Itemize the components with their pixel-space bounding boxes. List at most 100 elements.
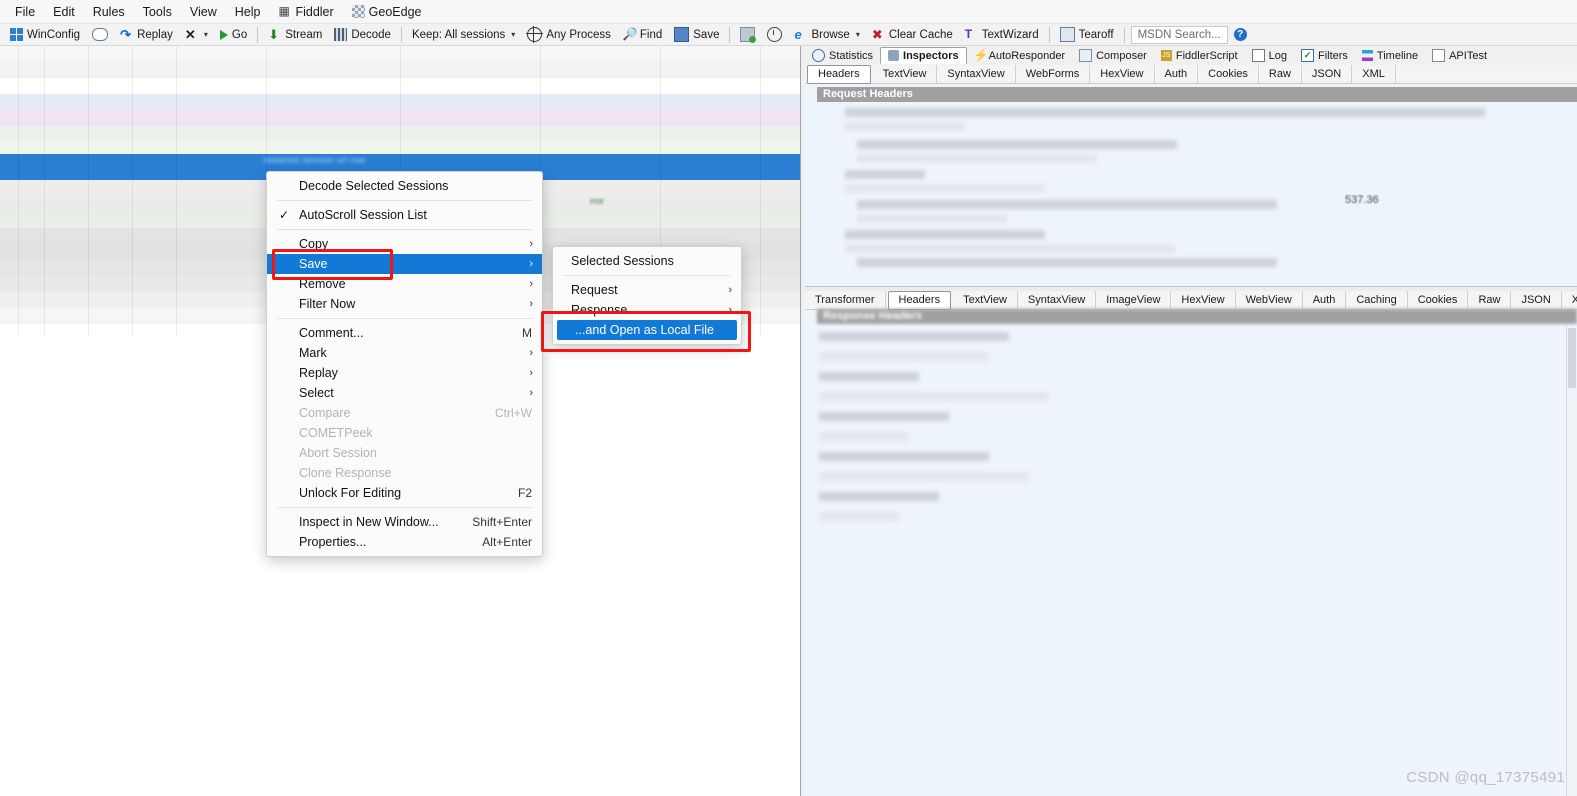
save-toolbar-button[interactable]: Save [668,24,725,46]
remove-button[interactable]: ✕ ▾ [179,24,214,46]
stream-button[interactable]: ⬇ Stream [262,24,328,46]
response-tab-webview[interactable]: WebView [1236,291,1303,309]
context-menu-item-label: Properties... [299,535,367,549]
browse-button[interactable]: e Browse ▾ [788,24,865,46]
response-tab-hexview[interactable]: HexView [1171,291,1236,309]
menu-item-file[interactable]: File [6,2,44,22]
menu-item-edit[interactable]: Edit [44,2,84,22]
keep-sessions-dropdown[interactable]: Keep: All sessions ▾ [406,24,521,46]
tab-apitest[interactable]: APITest [1425,47,1494,64]
context-menu-item-mark[interactable]: Mark › [267,343,542,363]
context-menu-item-label: Compare [299,406,351,420]
save-submenu-item-request[interactable]: Request › [553,280,741,300]
request-tab-json[interactable]: JSON [1302,65,1353,83]
request-tab-cookies[interactable]: Cookies [1198,65,1259,83]
response-tab-cookies[interactable]: Cookies [1408,291,1469,309]
menu-item-geoedge[interactable]: GeoEdge [343,2,431,22]
context-menu-item-inspect-in-new-window[interactable]: Inspect in New Window... Shift+Enter [267,512,542,532]
tab-composer[interactable]: Composer [1072,47,1154,64]
menu-item-fiddler[interactable]: ▦ Fiddler [269,2,342,22]
context-menu-item-label: Save [299,257,328,271]
save-submenu[interactable]: Selected Sessions Request › Response › .… [552,246,742,345]
context-menu-item-select[interactable]: Select › [267,383,542,403]
decode-icon [334,28,348,41]
response-tab-xml[interactable]: XML [1562,291,1577,309]
context-menu-item-replay[interactable]: Replay › [267,363,542,383]
composer-icon [1079,49,1093,62]
save-submenu-item-selected-sessions[interactable]: Selected Sessions [553,251,741,271]
response-tab-raw[interactable]: Raw [1468,291,1512,309]
comment-button[interactable] [86,24,114,46]
context-menu-item-autoscroll-session-list[interactable]: AutoScroll Session List [267,205,542,225]
msdn-search-input[interactable]: MSDN Search... [1130,25,1228,44]
context-menu-item-save[interactable]: Save › [267,254,542,274]
find-button[interactable]: 🔎 Find [617,24,668,46]
request-tab-textview[interactable]: TextView [873,65,938,83]
clear-cache-button[interactable]: ✖ Clear Cache [866,24,959,46]
go-button[interactable]: Go [214,24,253,46]
winconfig-button[interactable]: WinConfig [4,24,86,46]
request-tab-raw[interactable]: Raw [1259,65,1302,83]
response-headers-content[interactable] [805,326,1577,796]
tab-autoresponder[interactable]: ⚡ AutoResponder [967,47,1072,64]
context-menu-item-unlock-for-editing[interactable]: Unlock For Editing F2 [267,483,542,503]
toolbar: WinConfig ↷ Replay ✕ ▾ Go ⬇ Stream Decod… [0,24,1577,46]
menu-item-help[interactable]: Help [226,2,270,22]
request-tab-hexview[interactable]: HexView [1090,65,1155,83]
session-context-menu[interactable]: Decode Selected Sessions AutoScroll Sess… [266,171,543,557]
screenshot-button[interactable] [734,24,761,46]
replay-button[interactable]: ↷ Replay [114,24,179,46]
response-tab-imageview[interactable]: ImageView [1096,291,1172,309]
response-tab-caching[interactable]: Caching [1346,291,1408,309]
windows-icon [10,28,23,41]
request-tab-auth[interactable]: Auth [1155,65,1199,83]
timer-button[interactable] [761,24,788,46]
any-process-button[interactable]: Any Process [521,24,617,46]
request-tab-xml[interactable]: XML [1352,65,1396,83]
tab-log[interactable]: Log [1245,47,1294,64]
help-button[interactable]: ? [1228,24,1253,46]
menu-item-view[interactable]: View [181,2,226,22]
menu-item-tools[interactable]: Tools [134,2,181,22]
fiddlerscript-icon: JS [1160,50,1172,61]
toolbar-separator [1048,26,1050,43]
timeline-icon [1361,50,1373,61]
menu-item-geoedge-label: GeoEdge [368,4,422,19]
tab-statistics[interactable]: Statistics [805,47,880,64]
winconfig-label: WinConfig [27,28,81,41]
context-menu-item-comment[interactable]: Comment... M [267,323,542,343]
context-menu-item-properties[interactable]: Properties... Alt+Enter [267,532,542,552]
tab-fiddlerscript[interactable]: JS FiddlerScript [1154,47,1245,64]
context-menu-item-filter-now[interactable]: Filter Now › [267,294,542,314]
request-tab-webforms[interactable]: WebForms [1016,65,1091,83]
play-icon [219,29,228,40]
context-menu-item-decode-selected-sessions[interactable]: Decode Selected Sessions [267,176,542,196]
browse-label: Browse [811,28,850,41]
request-headers-content[interactable]: 537.36 [817,104,1577,282]
textwizard-button[interactable]: T TextWizard [959,24,1045,46]
chevron-right-icon: › [529,238,533,250]
response-tab-textview[interactable]: TextView [953,291,1018,309]
response-scrollbar[interactable] [1566,326,1577,796]
context-menu-item-remove[interactable]: Remove › [267,274,542,294]
tab-inspectors[interactable]: Inspectors [880,47,967,64]
response-tab-auth[interactable]: Auth [1303,291,1347,309]
response-tab-headers[interactable]: Headers [887,290,952,310]
decode-button[interactable]: Decode [328,24,397,46]
response-tab-transformer[interactable]: Transformer [805,291,886,309]
scrollbar-thumb[interactable] [1568,328,1576,388]
save-submenu-item-response[interactable]: Response › [553,300,741,320]
menu-item-view-label: View [189,4,217,19]
tab-timeline[interactable]: Timeline [1355,47,1425,64]
menu-item-rules[interactable]: Rules [84,2,134,22]
context-menu-item-accel: Ctrl+W [495,406,532,420]
tab-filters[interactable]: ✓ Filters [1294,47,1355,64]
save-submenu-item-and-open-as-local-file[interactable]: ...and Open as Local File [557,320,737,340]
context-menu-item-copy[interactable]: Copy › [267,234,542,254]
request-tab-syntaxview[interactable]: SyntaxView [937,65,1016,83]
tearoff-button[interactable]: Tearoff [1054,24,1120,46]
response-tab-json[interactable]: JSON [1511,291,1562,309]
request-tab-headers[interactable]: Headers [807,64,871,84]
clear-cache-label: Clear Cache [888,28,953,41]
response-tab-syntaxview[interactable]: SyntaxView [1018,291,1097,309]
